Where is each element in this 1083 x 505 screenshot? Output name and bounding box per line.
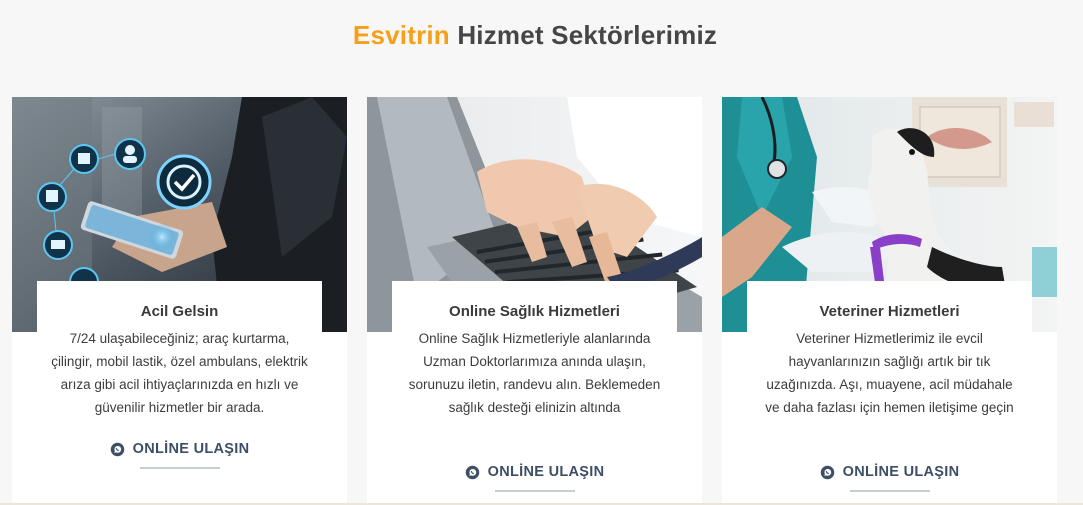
cta-underline — [494, 489, 575, 492]
service-card-veteriner: Veteriner Hizmetleri Veteriner Hizmetler… — [722, 97, 1057, 505]
heading-accent: Esvitrin — [352, 20, 450, 50]
online-ulasin-label: ONLİNE ULAŞIN — [132, 441, 250, 457]
online-ulasin-label: ONLİNE ULAŞIN — [842, 464, 960, 480]
section-heading: Esvitrin Hizmet Sektörlerimiz — [0, 20, 1070, 51]
card-title: Acil Gelsin — [140, 303, 219, 320]
online-ulasin-label: ONLİNE ULAŞIN — [487, 464, 605, 480]
service-card-online-saglik: Online Sağlık Hizmetleri Online Sağlık H… — [367, 97, 702, 505]
cta-underline — [139, 466, 220, 469]
services-section: Esvitrin Hizmet Sektörlerimiz Acil Gelsi… — [0, 0, 1083, 505]
online-ulasin-link[interactable]: ONLİNE ULAŞIN — [465, 464, 605, 480]
whatsapp-icon — [465, 465, 480, 480]
card-description: 7/24 ulaşabileceğiniz; araç kurtarma, çi… — [51, 331, 308, 415]
online-ulasin-link[interactable]: ONLİNE ULAŞIN — [110, 441, 250, 457]
cta-underline — [849, 489, 930, 492]
card-cta: ONLİNE ULAŞIN — [722, 464, 1057, 492]
card-description: Online Sağlık Hizmetleriyle alanlarında … — [408, 331, 661, 415]
service-card-acil-gelsin: Acil Gelsin 7/24 ulaşabileceğiniz; araç … — [12, 97, 347, 505]
card-title: Veteriner Hizmetleri — [819, 303, 960, 320]
card-cta: ONLİNE ULAŞIN — [367, 464, 702, 492]
online-ulasin-link[interactable]: ONLİNE ULAŞIN — [820, 464, 960, 480]
heading-rest: Hizmet Sektörlerimiz — [449, 20, 718, 50]
card-description: Veteriner Hizmetlerimiz ile evcil hayvan… — [765, 331, 1014, 415]
card-title: Online Sağlık Hizmetleri — [449, 303, 620, 320]
whatsapp-icon — [820, 465, 835, 480]
whatsapp-icon — [110, 442, 125, 457]
card-cta: ONLİNE ULAŞIN — [12, 441, 347, 469]
